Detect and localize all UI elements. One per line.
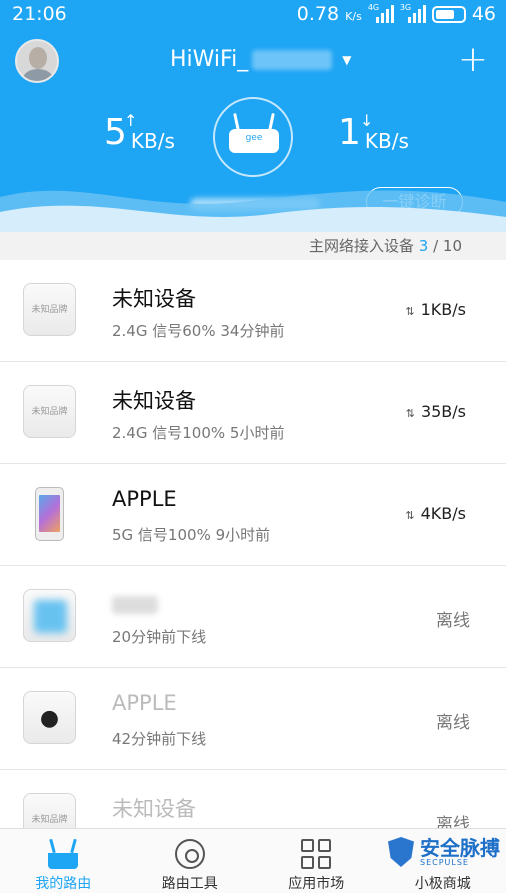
upload-unit: KB/s <box>130 129 175 153</box>
online-count: 3 <box>418 237 429 255</box>
device-meta: 5G 信号100% 9小时前 <box>112 526 271 544</box>
device-name-redacted <box>112 596 158 614</box>
apple-logo-icon: ● <box>23 691 76 744</box>
device-row[interactable]: ● APPLE 42分钟前下线 离线 <box>0 668 506 770</box>
device-summary: 主网络接入设备 3 / 10 <box>0 232 506 260</box>
device-name: 未知设备 <box>112 287 196 311</box>
brand-thumb: 未知品牌 <box>23 283 76 336</box>
caret-down-icon: ▼ <box>342 52 352 67</box>
transfer-icon: ⇅ <box>405 407 415 420</box>
battery-level: 46 <box>471 3 496 25</box>
download-value: 1 <box>338 112 361 153</box>
nav-my-router[interactable]: 我的路由 <box>0 829 127 893</box>
ssid-redacted <box>252 49 333 70</box>
device-name: 未知设备 <box>112 797 196 821</box>
device-rate: ⇅ 4KB/s <box>405 504 466 523</box>
device-meta: 2.4G 信号100% 5小时前 <box>112 424 285 442</box>
signal-3g-icon: 3G <box>400 3 426 23</box>
arrow-down-icon: ↓ <box>360 111 374 130</box>
arrow-up-icon: ↑ <box>124 111 138 130</box>
transfer-icon: ⇅ <box>405 509 415 522</box>
device-rate: ⇅ 35B/s <box>405 402 466 421</box>
device-meta: 20分钟前下线 <box>112 628 207 646</box>
bottom-nav: 我的路由 路由工具 应用市场 小极商城 安全脉搏 SECPULSE <box>0 828 506 893</box>
device-row[interactable]: APPLE 5G 信号100% 9小时前 ⇅ 4KB/s <box>0 464 506 566</box>
transfer-icon: ⇅ <box>405 305 415 318</box>
brand-thumb: 未知品牌 <box>23 385 76 438</box>
nav-router-tools[interactable]: 路由工具 <box>127 829 254 893</box>
ssid-label: HiWiFi_ <box>170 47 249 72</box>
router-status-button[interactable]: gee <box>213 97 293 177</box>
apps-grid-icon <box>301 839 332 869</box>
device-name: APPLE <box>112 487 177 511</box>
header: 21:06 0.78 K/s 4G 3G 46 HiWiFi_ ▼ + ↑ 5 … <box>0 0 506 232</box>
device-name: APPLE <box>112 691 177 715</box>
total-count: 10 <box>442 237 462 255</box>
device-meta: 2.4G 信号60% 34分钟前 <box>112 322 285 340</box>
gear-icon <box>174 839 205 869</box>
avatar[interactable] <box>15 39 59 83</box>
status-time: 21:06 <box>12 3 67 25</box>
device-meta: 42分钟前下线 <box>112 730 207 748</box>
router-icon: gee <box>229 129 279 153</box>
device-rate: ⇅ 1KB/s <box>405 300 466 319</box>
blurred-device-icon <box>23 589 76 642</box>
add-icon[interactable]: + <box>458 42 488 78</box>
device-status: 离线 <box>436 611 470 631</box>
app-screen: 21:06 0.78 K/s 4G 3G 46 HiWiFi_ ▼ + ↑ 5 … <box>0 0 506 893</box>
watermark: 安全脉搏 SECPULSE <box>388 837 500 867</box>
battery-icon <box>431 5 466 23</box>
device-row[interactable]: 未知品牌 未知设备 2.4G 信号60% 34分钟前 ⇅ 1KB/s <box>0 260 506 362</box>
nav-app-market[interactable]: 应用市场 <box>253 829 380 893</box>
status-bar: 21:06 0.78 K/s 4G 3G 46 <box>0 0 506 30</box>
net-speed: 0.78 K/s <box>296 3 362 25</box>
device-row[interactable]: 未知品牌 未知设备 2.4G 信号100% 5小时前 ⇅ 35B/s <box>0 362 506 464</box>
shield-icon <box>388 837 414 867</box>
download-unit: KB/s <box>364 129 409 153</box>
device-list: 未知品牌 未知设备 2.4G 信号60% 34分钟前 ⇅ 1KB/s 未知品牌 未… <box>0 260 506 872</box>
upload-speed: ↑ 5 KB/s <box>104 111 175 153</box>
device-status: 离线 <box>436 713 470 733</box>
download-speed: ↓ 1 KB/s <box>338 111 409 153</box>
iphone-icon <box>23 487 76 541</box>
device-row[interactable]: 20分钟前下线 离线 <box>0 566 506 668</box>
signal-4g-icon: 4G <box>368 3 394 23</box>
status-indicators: 0.78 K/s 4G 3G 46 <box>297 3 496 25</box>
ssid-selector[interactable]: HiWiFi_ ▼ <box>170 47 351 72</box>
router-icon <box>48 839 79 869</box>
device-name: 未知设备 <box>112 389 196 413</box>
header-wave <box>0 190 506 232</box>
